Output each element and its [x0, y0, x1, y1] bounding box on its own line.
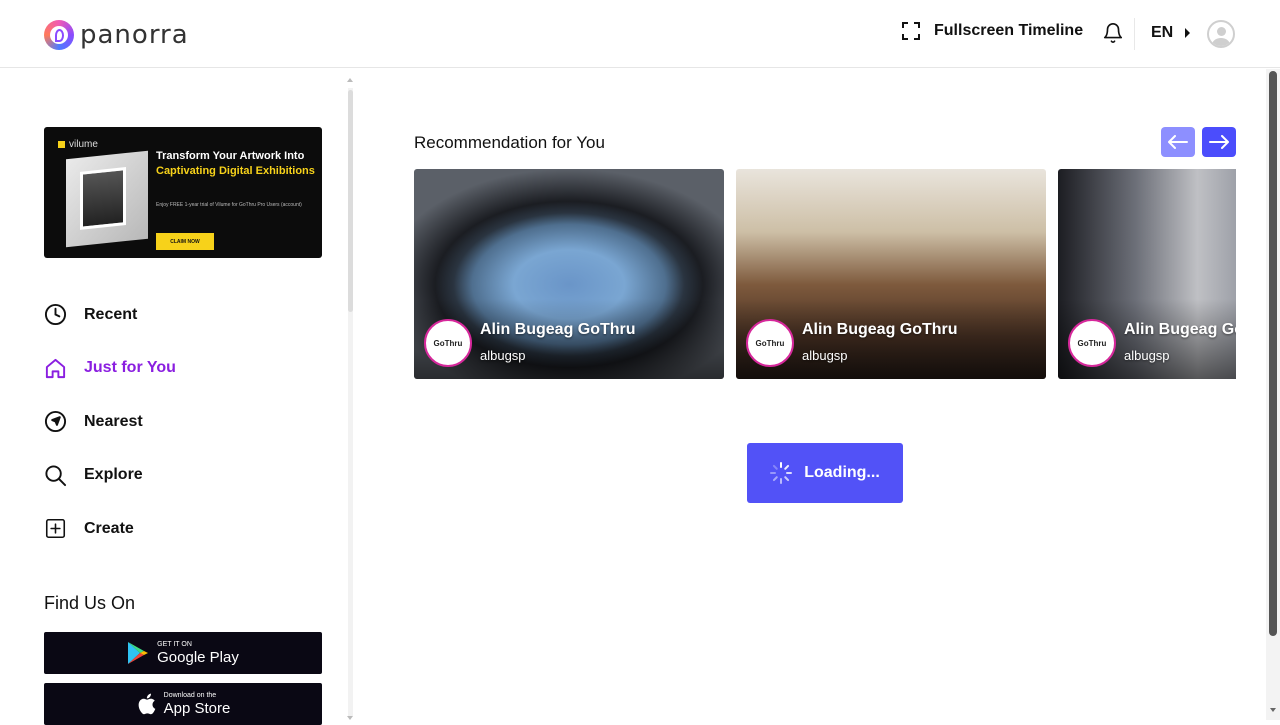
- google-play-small: GET IT ON: [157, 641, 192, 648]
- sidebar: vilume Transform Your Artwork Into Capti…: [0, 69, 356, 725]
- tour-card[interactable]: GoThru Alin Bugeag GoThru albugsp: [414, 169, 724, 379]
- sidebar-item-label: Explore: [84, 466, 143, 484]
- main-scroll-thumb[interactable]: [1269, 71, 1277, 636]
- recommendation-carousel: GoThru Alin Bugeag GoThru albugsp GoThru…: [414, 169, 1236, 379]
- sidebar-item-create[interactable]: Create: [44, 502, 334, 556]
- home-icon: [44, 357, 67, 380]
- sidebar-item-label: Create: [84, 519, 134, 537]
- card-username: albugsp: [480, 348, 526, 363]
- app-store-button[interactable]: Download on the App Store: [44, 683, 322, 725]
- language-selector[interactable]: EN: [1151, 24, 1191, 42]
- bell-icon[interactable]: [1102, 21, 1124, 45]
- promo-brand: vilume: [58, 139, 98, 150]
- sidebar-scroll-thumb[interactable]: [348, 90, 353, 312]
- arrow-left-icon: [1168, 135, 1188, 149]
- panorra-logo[interactable]: panorra: [44, 20, 189, 50]
- clock-icon: [44, 303, 67, 326]
- arrow-right-icon: [1209, 135, 1229, 149]
- tour-card[interactable]: GoThru Alin Bugeag GoThru albugsp: [736, 169, 1046, 379]
- carousel-prev-button[interactable]: [1161, 127, 1195, 157]
- card-logo: GoThru: [1068, 319, 1116, 367]
- sidebar-item-label: Just for You: [84, 359, 176, 377]
- promo-claim-button[interactable]: CLAIM NOW: [156, 233, 214, 250]
- spinner-icon: [770, 462, 793, 484]
- section-title: Recommendation for You: [414, 133, 605, 152]
- card-logo: GoThru: [424, 319, 472, 367]
- loading-label: Loading...: [804, 464, 880, 481]
- card-title: Alin Bugeag GoThru: [802, 321, 958, 338]
- promo-title: Transform Your Artwork Into Captivating …: [156, 150, 315, 177]
- plus-square-icon: [44, 517, 67, 540]
- sidebar-item-label: Nearest: [84, 412, 143, 430]
- apple-icon: [138, 693, 155, 715]
- tour-card[interactable]: GoThru Alin Bugeag GoThru albugsp: [1058, 169, 1236, 379]
- sidebar-item-explore[interactable]: Explore: [44, 449, 334, 503]
- sidebar-item-just-for-you[interactable]: Just for You: [44, 342, 334, 396]
- vilume-promo-banner[interactable]: vilume Transform Your Artwork Into Capti…: [44, 127, 322, 258]
- google-play-icon: [128, 642, 149, 664]
- sidebar-scrollbar[interactable]: [345, 78, 355, 720]
- app-store-big: App Store: [163, 700, 231, 717]
- find-us-title: Find Us On: [44, 593, 136, 613]
- header-divider: [1134, 18, 1135, 50]
- card-title: Alin Bugeag GoThru: [1124, 321, 1236, 338]
- top-header: panorra Fullscreen Timeline EN: [0, 0, 1280, 68]
- google-play-button[interactable]: GET IT ON Google Play: [44, 632, 322, 674]
- sidebar-nav: Recent Just for You Nearest Explore Crea…: [44, 288, 334, 556]
- language-label: EN: [1151, 24, 1174, 41]
- promo-subtitle: Enjoy FREE 1-year trial of Vilume for Go…: [156, 202, 302, 208]
- fullscreen-timeline-button[interactable]: Fullscreen Timeline: [902, 22, 1083, 40]
- caret-right-icon: [1185, 28, 1191, 38]
- scroll-down-icon[interactable]: [1270, 708, 1276, 712]
- card-logo: GoThru: [746, 319, 794, 367]
- app-store-small: Download on the: [163, 692, 217, 699]
- sidebar-item-label: Recent: [84, 305, 138, 323]
- navigation-icon: [44, 410, 67, 433]
- carousel-next-button[interactable]: [1202, 127, 1236, 157]
- logo-text: panorra: [80, 20, 189, 50]
- fullscreen-label: Fullscreen Timeline: [934, 22, 1084, 39]
- main-content: Recommendation for You GoThru Alin Bugea…: [356, 69, 1266, 720]
- scroll-down-icon[interactable]: [347, 716, 353, 720]
- panorra-logo-icon: [44, 20, 74, 50]
- card-title: Alin Bugeag GoThru: [480, 321, 636, 338]
- promo-artwork-image: [66, 150, 148, 248]
- scroll-up-icon[interactable]: [347, 78, 353, 82]
- user-avatar[interactable]: [1207, 20, 1235, 48]
- sidebar-item-recent[interactable]: Recent: [44, 288, 334, 342]
- card-username: albugsp: [802, 348, 848, 363]
- sidebar-item-nearest[interactable]: Nearest: [44, 395, 334, 449]
- search-icon: [44, 464, 67, 487]
- card-username: albugsp: [1124, 348, 1170, 363]
- google-play-big: Google Play: [157, 649, 239, 666]
- fullscreen-icon: [902, 22, 920, 40]
- main-scrollbar[interactable]: [1266, 69, 1280, 720]
- loading-button[interactable]: Loading...: [747, 443, 903, 503]
